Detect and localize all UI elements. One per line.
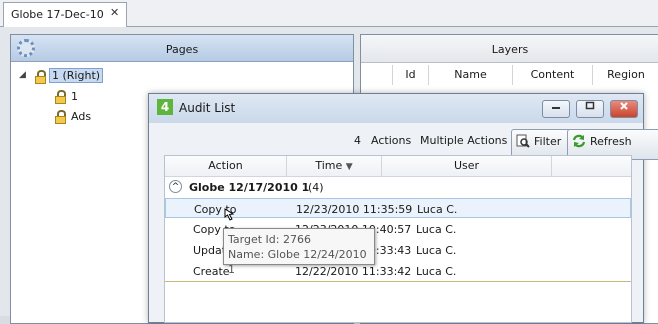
layers-column-id[interactable]: Id [393, 65, 429, 85]
close-icon[interactable]: ✕ [110, 6, 119, 19]
grid-divider [165, 281, 631, 282]
maximize-button[interactable] [576, 100, 604, 118]
column-header-user[interactable]: User [382, 156, 552, 176]
scope-label: Multiple Actions [420, 134, 508, 147]
column-header-action[interactable]: Action [165, 156, 287, 176]
dialog-titlebar[interactable]: 4 Audit List [149, 94, 643, 123]
row-tooltip: Target Id: 2766 Name: Globe 12/24/2010 1 [223, 228, 375, 276]
column-header-time[interactable]: Time ▼ [287, 156, 382, 176]
tree-item-label: 1 (Right) [49, 68, 104, 83]
action-count: 4 [354, 134, 361, 147]
dialog-title: Audit List [179, 101, 236, 115]
header-divider [165, 176, 631, 177]
group-row[interactable]: ^ Globe 12/17/2010 1 (4) [165, 178, 631, 196]
cell-action: Create [193, 265, 230, 278]
lock-icon [55, 90, 66, 104]
document-tab-title: Globe 17-Dec-10 [11, 8, 104, 21]
pages-panel-title: Pages [165, 43, 199, 56]
close-button[interactable] [610, 100, 638, 118]
refresh-icon [572, 134, 586, 148]
tooltip-name: Name: Globe 12/24/2010 1 [228, 248, 367, 276]
column-header-filler [552, 156, 631, 176]
close-icon [620, 102, 628, 110]
audit-list-dialog: 4 Audit List 4 Actions Multiple Actions … [148, 93, 658, 323]
collapse-icon[interactable]: ^ [169, 180, 182, 193]
cell-user: Luca C. [417, 203, 458, 216]
lock-icon [55, 110, 66, 124]
minimize-icon [552, 107, 560, 109]
column-header-label: Action [208, 159, 243, 172]
layers-panel-title: Layers [491, 43, 529, 56]
actions-label: Actions [371, 134, 412, 147]
minimize-button[interactable] [542, 100, 570, 118]
tooltip-target-id: Target Id: 2766 [228, 233, 311, 246]
gear-icon[interactable] [17, 39, 35, 57]
document-tab[interactable]: Globe 17-Dec-10 ✕ [3, 2, 127, 28]
column-header-label: User [453, 159, 480, 172]
document-tab-strip: Globe 17-Dec-10 ✕ [0, 0, 658, 28]
lock-icon [35, 70, 46, 84]
layers-column-content[interactable]: Content [513, 65, 593, 85]
refresh-button-label: Refresh [590, 135, 632, 148]
pages-panel-header: Pages [11, 35, 353, 62]
tree-item-label: Ads [71, 110, 92, 123]
sort-descending-icon: ▼ [345, 162, 353, 172]
column-header-label: Time [315, 159, 343, 172]
group-name: Globe 12/17/2010 1 [189, 181, 310, 194]
filter-icon [516, 134, 530, 148]
filter-button-label: Filter [534, 135, 562, 148]
mouse-cursor-icon [224, 208, 235, 221]
tree-item-label: 1 [71, 90, 78, 103]
cell-user: Luca C. [416, 223, 457, 236]
tree-expander-icon[interactable]: ◢ [19, 70, 26, 80]
layers-panel-header: Layers [361, 35, 658, 63]
maximize-icon [585, 101, 595, 110]
layers-column-region[interactable]: Region [593, 65, 658, 85]
layers-column-name[interactable]: Name [429, 65, 513, 85]
cell-time: 12/23/2010 11:35:59 [296, 203, 413, 216]
group-count: (4) [308, 181, 324, 194]
app-icon: 4 [157, 99, 173, 115]
cell-user: Luca C. [416, 265, 457, 278]
cell-user: Luca C. [416, 244, 457, 257]
layers-column-select[interactable] [361, 65, 393, 85]
